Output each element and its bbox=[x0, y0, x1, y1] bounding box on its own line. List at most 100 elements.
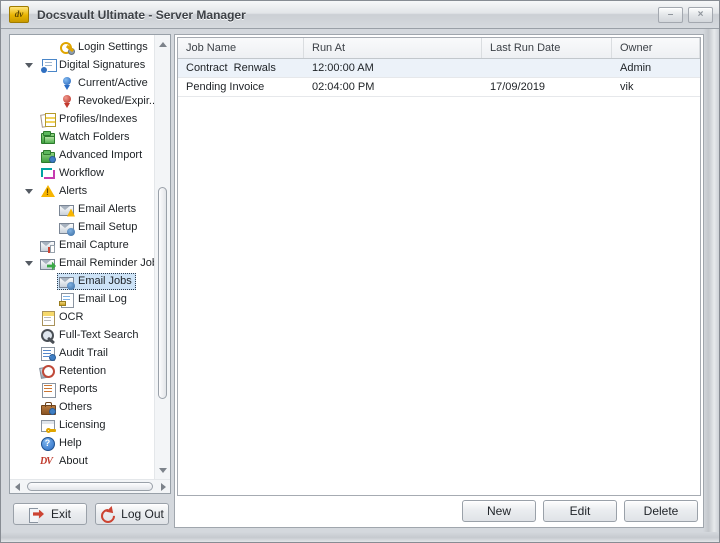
scroll-right-icon[interactable] bbox=[156, 483, 170, 491]
sidebar-horizontal-scrollbar[interactable] bbox=[10, 479, 170, 493]
sidebar-item-email-log[interactable]: Email Log bbox=[10, 290, 154, 308]
expand-arrow-icon[interactable] bbox=[20, 182, 38, 200]
reports-icon bbox=[40, 382, 56, 397]
expand-arrow-icon[interactable] bbox=[20, 56, 38, 74]
table-cell: 12:00:00 AM bbox=[304, 59, 482, 77]
edit-button[interactable]: Edit bbox=[543, 500, 617, 522]
expand-arrow-icon[interactable] bbox=[39, 92, 57, 110]
sidebar-item-ocr[interactable]: OCR bbox=[10, 308, 154, 326]
expand-arrow-icon[interactable] bbox=[20, 416, 38, 434]
sidebar-item-label: Watch Folders bbox=[59, 131, 130, 143]
sidebar-item-label: Others bbox=[59, 401, 92, 413]
email-capture-icon bbox=[40, 238, 56, 253]
sidebar-item-advanced-import[interactable]: Advanced Import bbox=[10, 146, 154, 164]
vertical-scroll-thumb[interactable] bbox=[158, 187, 167, 399]
jobs-table: Job NameRun AtLast Run DateOwner Contrac… bbox=[177, 37, 701, 496]
sidebar-item-label: Current/Active bbox=[78, 77, 148, 89]
expand-arrow-icon[interactable] bbox=[39, 200, 57, 218]
sidebar-item-label: Audit Trail bbox=[59, 347, 108, 359]
sidebar-vertical-scrollbar[interactable] bbox=[154, 35, 170, 479]
scroll-left-icon[interactable] bbox=[10, 483, 24, 491]
sidebar-item-email-capture[interactable]: Email Capture bbox=[10, 236, 154, 254]
sidebar-item-alerts[interactable]: Alerts bbox=[10, 182, 154, 200]
sidebar-item-audit-trail[interactable]: Audit Trail bbox=[10, 344, 154, 362]
email-jobs-icon bbox=[59, 274, 75, 289]
email-setup-icon bbox=[59, 220, 75, 235]
audit-trail-icon bbox=[40, 346, 56, 361]
workflow-icon bbox=[40, 166, 56, 181]
expand-arrow-icon[interactable] bbox=[20, 452, 38, 470]
minimize-button[interactable]: – bbox=[658, 7, 683, 23]
table-cell: Pending Invoice bbox=[178, 78, 304, 96]
sidebar-item-watch-folders[interactable]: Watch Folders bbox=[10, 128, 154, 146]
sidebar-item-reports[interactable]: Reports bbox=[10, 380, 154, 398]
horizontal-scroll-thumb[interactable] bbox=[27, 482, 153, 491]
sidebar-item-digital-signatures[interactable]: Digital Signatures bbox=[10, 56, 154, 74]
expand-arrow-icon[interactable] bbox=[20, 236, 38, 254]
column-header-run-at[interactable]: Run At bbox=[304, 38, 482, 58]
expand-arrow-icon[interactable] bbox=[20, 362, 38, 380]
expand-arrow-icon[interactable] bbox=[39, 290, 57, 308]
expand-arrow-icon[interactable] bbox=[20, 308, 38, 326]
sidebar-item-email-alerts[interactable]: Email Alerts bbox=[10, 200, 154, 218]
sidebar-item-workflow[interactable]: Workflow bbox=[10, 164, 154, 182]
sidebar-item-about[interactable]: About bbox=[10, 452, 154, 470]
sidebar-item-label: Email Capture bbox=[59, 239, 129, 251]
scroll-down-icon[interactable] bbox=[155, 463, 170, 477]
table-cell: vik bbox=[612, 78, 700, 96]
digital-signatures-icon bbox=[40, 58, 56, 73]
email-reminder-jobs-icon bbox=[40, 256, 56, 271]
expand-arrow-icon[interactable] bbox=[20, 110, 38, 128]
expand-arrow-icon[interactable] bbox=[39, 218, 57, 236]
sidebar-item-profiles-indexes[interactable]: Profiles/Indexes bbox=[10, 110, 154, 128]
sidebar-item-email-jobs[interactable]: Email Jobs bbox=[10, 272, 154, 290]
delete-button[interactable]: Delete bbox=[624, 500, 698, 522]
window-frame-bottom bbox=[1, 532, 719, 542]
sidebar-item-label: Email Setup bbox=[78, 221, 137, 233]
sidebar-item-revoked-expir[interactable]: Revoked/Expir... bbox=[10, 92, 154, 110]
table-cell: 02:04:00 PM bbox=[304, 78, 482, 96]
table-row-contract-renwals[interactable]: Contract Renwals12:00:00 AMAdmin bbox=[178, 59, 700, 78]
expand-arrow-icon[interactable] bbox=[39, 38, 57, 56]
sidebar-item-label: Workflow bbox=[59, 167, 104, 179]
sidebar-tree: Login Settings Digital Signatures Curren… bbox=[10, 38, 154, 479]
close-button[interactable]: × bbox=[688, 7, 713, 23]
login-settings-icon bbox=[59, 40, 75, 55]
expand-arrow-icon[interactable] bbox=[39, 74, 57, 92]
sidebar-item-help[interactable]: Help bbox=[10, 434, 154, 452]
sidebar-item-licensing[interactable]: Licensing bbox=[10, 416, 154, 434]
expand-arrow-icon[interactable] bbox=[20, 164, 38, 182]
expand-arrow-icon[interactable] bbox=[39, 272, 57, 290]
sidebar-item-others[interactable]: Others bbox=[10, 398, 154, 416]
sidebar-item-email-reminder-jobs[interactable]: Email Reminder Jobs bbox=[10, 254, 154, 272]
expand-arrow-icon[interactable] bbox=[20, 254, 38, 272]
exit-icon bbox=[29, 508, 45, 521]
new-button[interactable]: New bbox=[462, 500, 536, 522]
column-header-owner[interactable]: Owner bbox=[612, 38, 700, 58]
sidebar-item-full-text-search[interactable]: Full-Text Search bbox=[10, 326, 154, 344]
sidebar-item-label: Email Jobs bbox=[78, 275, 132, 287]
column-header-last-run-date[interactable]: Last Run Date bbox=[482, 38, 612, 58]
email-log-icon bbox=[59, 292, 75, 307]
licensing-icon bbox=[40, 418, 56, 433]
expand-arrow-icon[interactable] bbox=[20, 380, 38, 398]
expand-arrow-icon[interactable] bbox=[20, 344, 38, 362]
scroll-up-icon[interactable] bbox=[155, 37, 170, 51]
exit-button[interactable]: Exit bbox=[13, 503, 87, 525]
expand-arrow-icon[interactable] bbox=[20, 326, 38, 344]
table-action-buttons: New Edit Delete bbox=[462, 500, 698, 522]
logout-button[interactable]: Log Out bbox=[95, 503, 169, 525]
sidebar-item-label: Revoked/Expir... bbox=[78, 95, 154, 107]
sidebar-item-retention[interactable]: Retention bbox=[10, 362, 154, 380]
table-row-pending-invoice[interactable]: Pending Invoice02:04:00 PM17/09/2019vik bbox=[178, 78, 700, 97]
expand-arrow-icon[interactable] bbox=[20, 146, 38, 164]
window-frame-right bbox=[703, 29, 719, 542]
sidebar-item-login-settings[interactable]: Login Settings bbox=[10, 38, 154, 56]
sidebar-item-current-active[interactable]: Current/Active bbox=[10, 74, 154, 92]
exit-button-label: Exit bbox=[51, 507, 71, 521]
expand-arrow-icon[interactable] bbox=[20, 434, 38, 452]
sidebar-item-email-setup[interactable]: Email Setup bbox=[10, 218, 154, 236]
expand-arrow-icon[interactable] bbox=[20, 128, 38, 146]
expand-arrow-icon[interactable] bbox=[20, 398, 38, 416]
column-header-job-name[interactable]: Job Name bbox=[178, 38, 304, 58]
